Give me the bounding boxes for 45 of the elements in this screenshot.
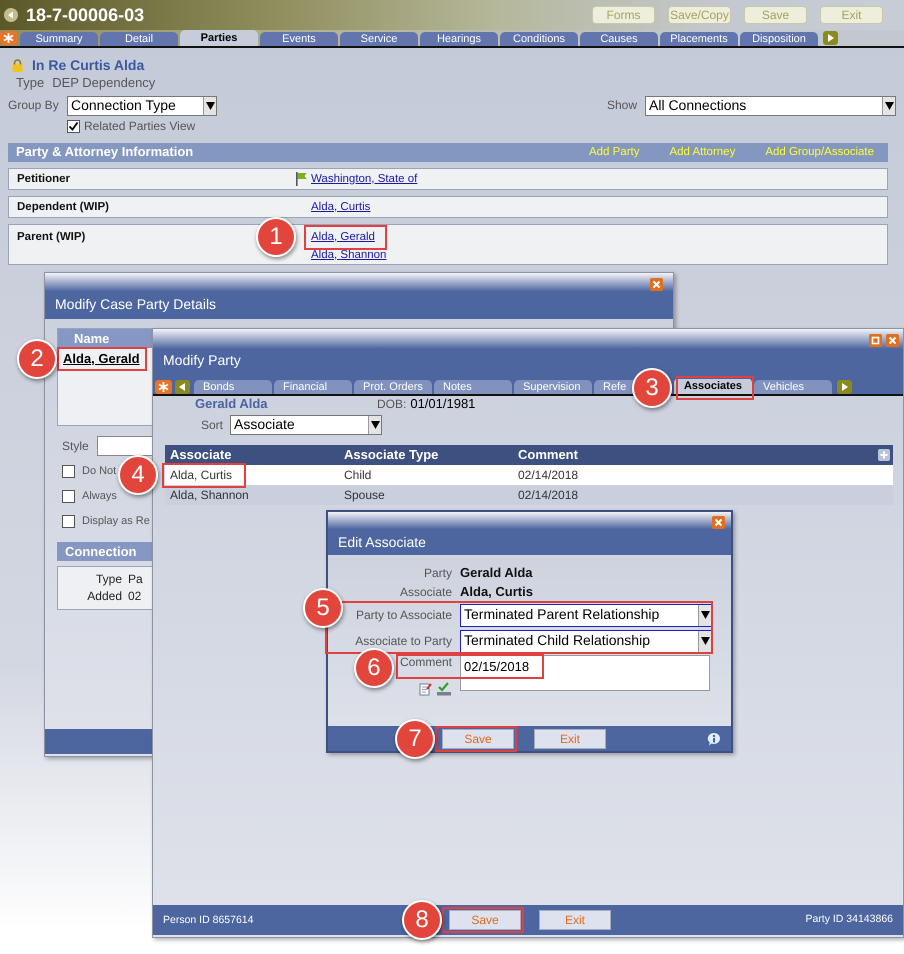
- party-role: Parent (WIP): [17, 230, 86, 244]
- field-label: Associate: [400, 585, 452, 600]
- checkbox-label: Related Parties View: [84, 118, 196, 134]
- table-cell: Alda, Curtis: [170, 468, 232, 482]
- field-label: Party: [424, 566, 452, 581]
- field-label: DOB:: [377, 396, 406, 412]
- column-header: Comment: [518, 446, 578, 462]
- table-cell: Alda, Shannon: [170, 488, 249, 502]
- party-role: Petitioner: [17, 172, 70, 186]
- field-label: Comment: [400, 655, 452, 670]
- field-value: Pa: [128, 571, 143, 588]
- case-title: In Re Curtis Alda: [32, 57, 144, 74]
- table-cell: Child: [344, 468, 372, 482]
- field-label: Sort: [201, 418, 224, 432]
- field-label: Type: [16, 74, 44, 91]
- field-value: 01/01/1981: [410, 396, 476, 412]
- table-cell: 02/14/2018: [518, 488, 578, 502]
- column-header: Associate Type: [344, 446, 438, 462]
- person-id: Person ID 8657614: [163, 914, 254, 926]
- party-id: Party ID 34143866: [805, 913, 893, 927]
- dialog-title: Modify Party: [163, 352, 241, 369]
- party-role: Dependent (WIP): [17, 200, 109, 214]
- field-value: Gerald Alda: [460, 565, 532, 582]
- case-number: 18-7-00006-03: [26, 4, 144, 26]
- checkbox-label: Always: [82, 490, 117, 504]
- table-cell: 02/14/2018: [518, 468, 578, 482]
- field-value: 02: [128, 588, 142, 606]
- field-label: Added: [87, 589, 122, 604]
- checkbox-label: Do Not: [82, 465, 116, 479]
- table-cell: Spouse: [344, 488, 385, 502]
- step-marker: 2: [17, 339, 57, 380]
- field-value: Alda, Curtis: [460, 584, 533, 601]
- party-name: Gerald Alda: [195, 396, 268, 411]
- field-label: Style: [62, 438, 89, 454]
- checkbox-label: Display as Re: [82, 514, 150, 528]
- field-label: Show: [606, 98, 637, 114]
- field-value: DEP Dependency: [52, 74, 156, 91]
- field-label: Party to Associate: [356, 608, 452, 622]
- field-label: Type: [96, 572, 122, 586]
- column-header: Associate: [170, 446, 232, 462]
- field-label: Associate to Party: [355, 634, 452, 648]
- section-title: Party & Attorney Information: [16, 144, 194, 160]
- field-label: Group By: [8, 98, 60, 114]
- dialog-title: Modify Case Party Details: [55, 296, 216, 313]
- dialog-title: Edit Associate: [338, 534, 426, 551]
